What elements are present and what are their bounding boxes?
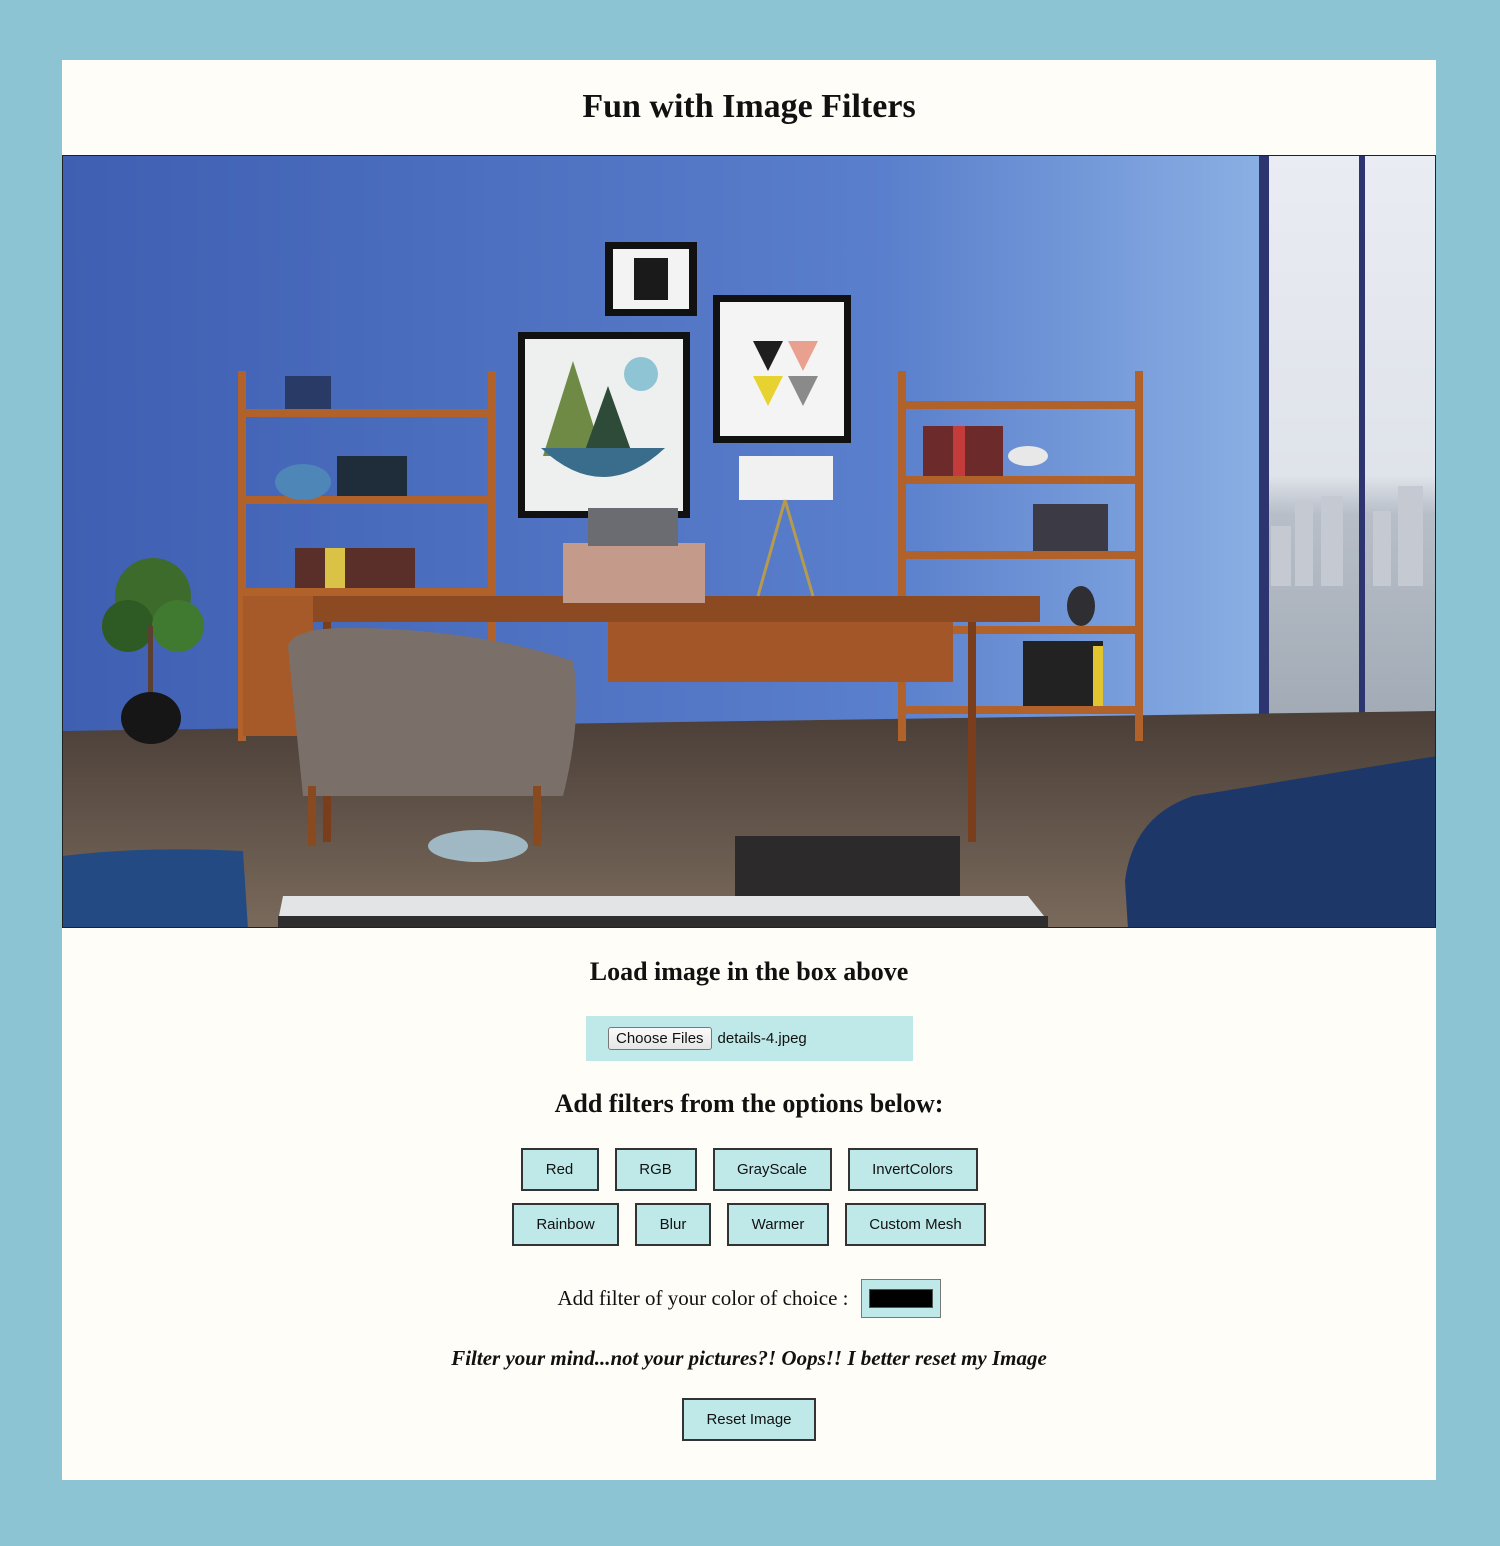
invertcolors-filter-button[interactable]: InvertColors — [847, 1148, 978, 1191]
reset-row: Reset Image — [62, 1398, 1436, 1441]
rgb-filter-button[interactable]: RGB — [614, 1148, 697, 1191]
choose-files-button[interactable]: Choose Files — [608, 1027, 712, 1050]
blur-filter-button[interactable]: Blur — [635, 1203, 711, 1246]
selected-file-name: details-4.jpeg — [717, 1030, 807, 1047]
reset-image-button[interactable]: Reset Image — [682, 1398, 816, 1441]
color-filter-label: Add filter of your color of choice : — [557, 1286, 849, 1310]
page-title: Fun with Image Filters — [582, 88, 916, 125]
filters-heading: Add filters from the options below: — [554, 1089, 944, 1118]
load-heading: Load image in the box above — [589, 957, 909, 986]
color-swatch — [868, 1289, 933, 1308]
file-input[interactable]: Choose Files details-4.jpeg — [586, 1016, 913, 1061]
rainbow-filter-button[interactable]: Rainbow — [512, 1203, 619, 1246]
warmer-filter-button[interactable]: Warmer — [727, 1203, 829, 1246]
room-photo — [63, 156, 1435, 927]
red-filter-button[interactable]: Red — [520, 1148, 599, 1191]
tagline: Filter your mind...not your pictures?! O… — [451, 1346, 1047, 1370]
filter-row-2: Rainbow Blur Warmer Custom Mesh — [62, 1203, 1436, 1246]
grayscale-filter-button[interactable]: GrayScale — [712, 1148, 832, 1191]
filter-row-1: Red RGB GrayScale InvertColors — [62, 1148, 1436, 1191]
custom-mesh-filter-button[interactable]: Custom Mesh — [845, 1203, 986, 1246]
color-picker[interactable] — [860, 1279, 941, 1318]
color-filter-row: Add filter of your color of choice : — [62, 1279, 1436, 1318]
image-canvas[interactable] — [62, 155, 1436, 928]
main-card: Fun with Image Filters Load image in the… — [62, 60, 1436, 1480]
